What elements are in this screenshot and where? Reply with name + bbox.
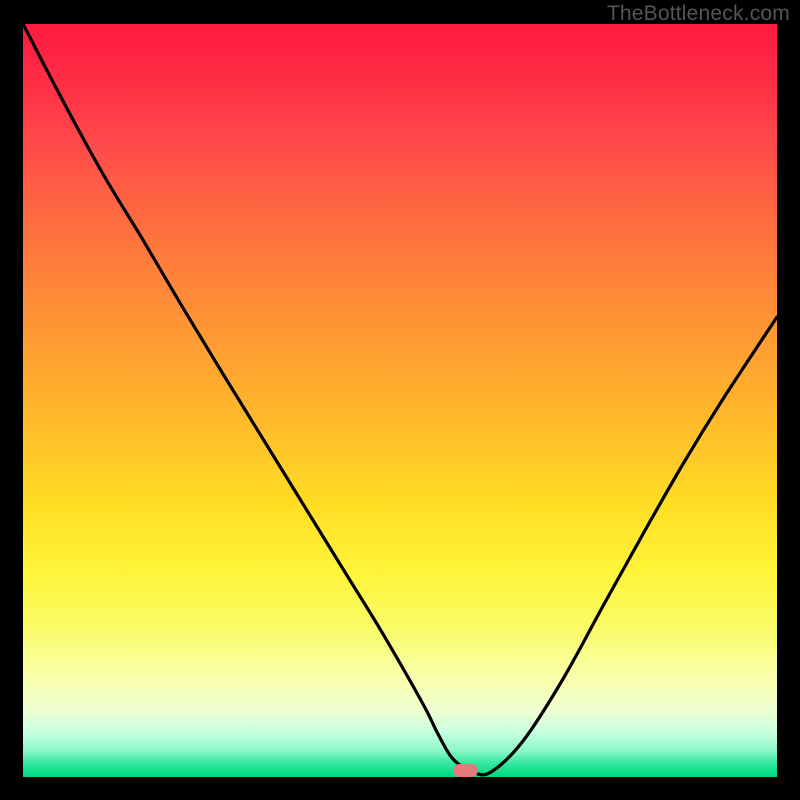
optimal-marker — [453, 764, 478, 777]
chart-frame: TheBottleneck.com — [0, 0, 800, 800]
bottleneck-curve — [23, 24, 777, 777]
watermark-text: TheBottleneck.com — [607, 2, 790, 26]
